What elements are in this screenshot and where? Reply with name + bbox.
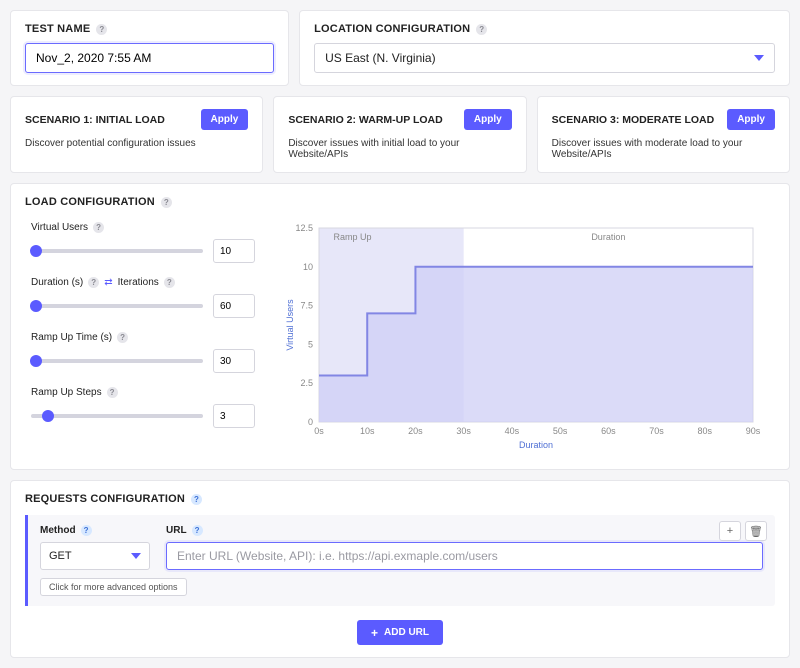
svg-text:30s: 30s <box>456 426 471 436</box>
add-url-button[interactable]: + ADD URL <box>357 620 443 645</box>
svg-text:90s: 90s <box>746 426 761 436</box>
duration-label: Duration (s) ⇄ Iterations <box>31 277 255 288</box>
add-url-label: ADD URL <box>384 627 429 638</box>
help-icon[interactable] <box>93 222 104 233</box>
svg-text:50s: 50s <box>553 426 568 436</box>
scenario-card: SCENARIO 3: MODERATE LOAD Apply Discover… <box>537 96 790 173</box>
svg-text:Duration: Duration <box>519 440 553 450</box>
virtual-users-slider[interactable] <box>31 249 203 253</box>
scenario-title: SCENARIO 2: WARM-UP LOAD <box>288 114 442 126</box>
chevron-down-icon <box>131 553 141 559</box>
svg-text:20s: 20s <box>408 426 423 436</box>
svg-text:Ramp Up: Ramp Up <box>333 232 371 242</box>
test-name-label: TEST NAME <box>25 23 107 35</box>
svg-text:60s: 60s <box>601 426 616 436</box>
scenario-title: SCENARIO 1: INITIAL LOAD <box>25 114 165 126</box>
test-name-input[interactable] <box>25 43 274 73</box>
virtual-users-label: Virtual Users <box>31 222 255 233</box>
delete-request-button[interactable]: 🗑 <box>745 521 767 541</box>
virtual-users-input[interactable] <box>213 239 255 263</box>
load-config-label: LOAD CONFIGURATION <box>25 196 172 208</box>
svg-text:10: 10 <box>303 262 313 272</box>
ramp-up-time-input[interactable] <box>213 349 255 373</box>
ramp-up-time-slider[interactable] <box>31 359 203 363</box>
apply-button[interactable]: Apply <box>727 109 775 130</box>
load-config-label-text: LOAD CONFIGURATION <box>25 196 155 208</box>
ramp-up-steps-input[interactable] <box>213 404 255 428</box>
url-label: URL <box>166 525 763 536</box>
apply-button[interactable]: Apply <box>464 109 512 130</box>
load-chart: 0 2.5 5 7.5 10 12.5 0s 10s 20s 30s 40s 50s 60s 70s 80s… <box>275 216 775 457</box>
help-icon[interactable] <box>81 525 92 536</box>
svg-text:70s: 70s <box>649 426 664 436</box>
scenario-desc: Discover potential configuration issues <box>25 138 248 149</box>
swap-icon[interactable]: ⇄ <box>104 277 112 288</box>
location-select[interactable]: US East (N. Virginia) <box>314 43 775 73</box>
advanced-options-button[interactable]: Click for more advanced options <box>40 578 187 596</box>
method-label: Method <box>40 525 150 536</box>
svg-text:0s: 0s <box>314 426 324 436</box>
help-icon[interactable] <box>192 525 203 536</box>
scenario-desc: Discover issues with moderate load to yo… <box>552 138 775 160</box>
location-selected-value: US East (N. Virginia) <box>325 51 435 65</box>
location-label: LOCATION CONFIGURATION <box>314 23 487 35</box>
scenario-card: SCENARIO 1: INITIAL LOAD Apply Discover … <box>10 96 263 173</box>
help-icon[interactable] <box>476 24 487 35</box>
location-label-text: LOCATION CONFIGURATION <box>314 23 470 35</box>
help-icon[interactable] <box>191 494 202 505</box>
url-input[interactable] <box>166 542 763 570</box>
ramp-up-steps-label: Ramp Up Steps <box>31 387 255 398</box>
duration-slider[interactable] <box>31 304 203 308</box>
help-icon[interactable] <box>161 197 172 208</box>
scenario-desc: Discover issues with initial load to you… <box>288 138 511 160</box>
svg-text:12.5: 12.5 <box>295 223 313 233</box>
svg-text:0: 0 <box>308 417 313 427</box>
svg-text:40s: 40s <box>505 426 520 436</box>
scenario-card: SCENARIO 2: WARM-UP LOAD Apply Discover … <box>273 96 526 173</box>
help-icon[interactable] <box>164 277 175 288</box>
svg-text:10s: 10s <box>360 426 375 436</box>
svg-text:Virtual Users: Virtual Users <box>285 299 295 351</box>
scenario-title: SCENARIO 3: MODERATE LOAD <box>552 114 715 126</box>
svg-text:7.5: 7.5 <box>300 301 313 311</box>
help-icon[interactable] <box>96 24 107 35</box>
duration-input[interactable] <box>213 294 255 318</box>
requests-label-text: REQUESTS CONFIGURATION <box>25 493 185 505</box>
help-icon[interactable] <box>117 332 128 343</box>
add-request-button[interactable]: + <box>719 521 741 541</box>
svg-text:5: 5 <box>308 339 313 349</box>
requests-label: REQUESTS CONFIGURATION <box>25 493 202 505</box>
help-icon[interactable] <box>107 387 118 398</box>
chevron-down-icon <box>754 55 764 61</box>
ramp-up-steps-slider[interactable] <box>31 414 203 418</box>
help-icon[interactable] <box>88 277 99 288</box>
svg-text:2.5: 2.5 <box>300 378 313 388</box>
apply-button[interactable]: Apply <box>201 109 249 130</box>
ramp-up-time-label: Ramp Up Time (s) <box>31 332 255 343</box>
svg-text:80s: 80s <box>698 426 713 436</box>
svg-text:Duration: Duration <box>591 232 625 242</box>
test-name-label-text: TEST NAME <box>25 23 90 35</box>
method-select[interactable]: GET <box>40 542 150 570</box>
method-value: GET <box>49 550 72 562</box>
